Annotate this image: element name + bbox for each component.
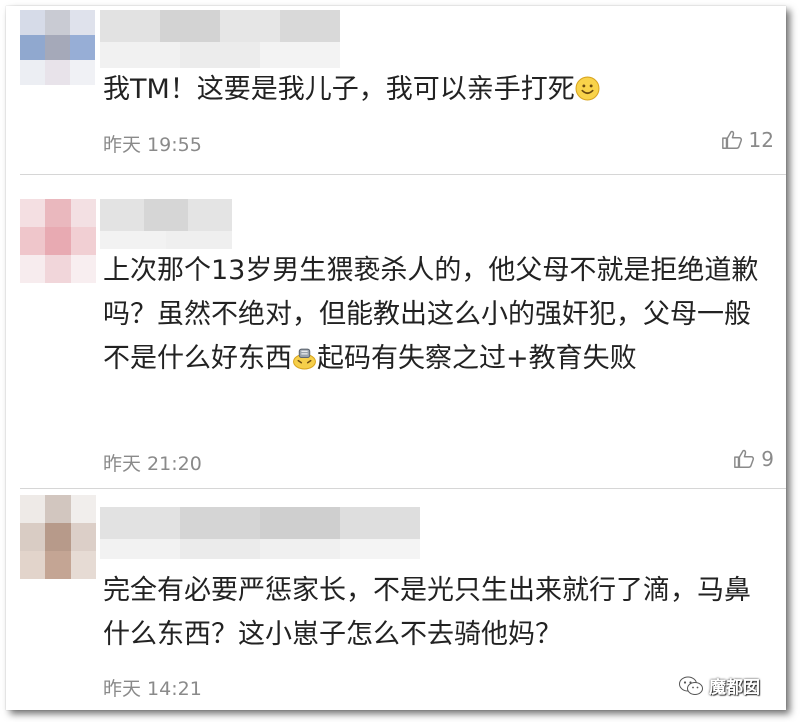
comment-item: 我TM！这要是我儿子，我可以亲手打死 昨天 19:55 12	[6, 6, 786, 174]
avatar[interactable]	[20, 10, 95, 85]
watermark: 魔都囡	[678, 673, 760, 698]
thumbs-up-icon	[721, 130, 742, 149]
comment-time: 昨天 14:21	[103, 678, 202, 700]
smile-emoji	[575, 76, 600, 101]
username-blurred-lower	[100, 231, 232, 249]
wechat-icon	[679, 676, 703, 695]
comment-item: 完全有必要严惩家长，不是光只生出来就行了滴，马鼻什么东西？这小崽子怎么不去骑他妈…	[6, 489, 786, 710]
comment-time: 昨天 21:20	[103, 453, 202, 475]
comment-time: 昨天 19:55	[103, 134, 202, 156]
comment-text: 上次那个13岁男生猥亵杀人的，他父母不就是拒绝道歉吗？虽然不绝对，但能教出这么小…	[103, 255, 759, 374]
avatar[interactable]	[20, 495, 96, 579]
avatar[interactable]	[20, 199, 96, 283]
username-blurred[interactable]	[100, 10, 340, 42]
facepalm-emoji	[293, 348, 316, 370]
comment-item: 上次那个13岁男生猥亵杀人的，他父母不就是拒绝道歉吗？虽然不绝对，但能教出这么小…	[6, 175, 786, 487]
like-button[interactable]: 12	[721, 128, 774, 152]
username-blurred[interactable]	[100, 507, 420, 539]
username-blurred[interactable]	[100, 199, 232, 231]
thumbs-up-icon	[734, 449, 755, 468]
like-count: 9	[761, 447, 774, 471]
like-count: 12	[748, 128, 774, 152]
username-blurred-lower	[100, 539, 420, 559]
like-button[interactable]: 9	[733, 447, 774, 471]
comment-text: 完全有必要严惩家长，不是光只生出来就行了滴，马鼻什么东西？这小崽子怎么不去骑他妈…	[103, 575, 751, 650]
comment-list: 我TM！这要是我儿子，我可以亲手打死 昨天 19:55 12 上次那个13岁男生…	[6, 6, 786, 710]
comment-text: 我TM！这要是我儿子，我可以亲手打死	[103, 68, 763, 112]
watermark-label: 魔都囡	[709, 678, 760, 698]
username-blurred-lower	[100, 42, 340, 68]
